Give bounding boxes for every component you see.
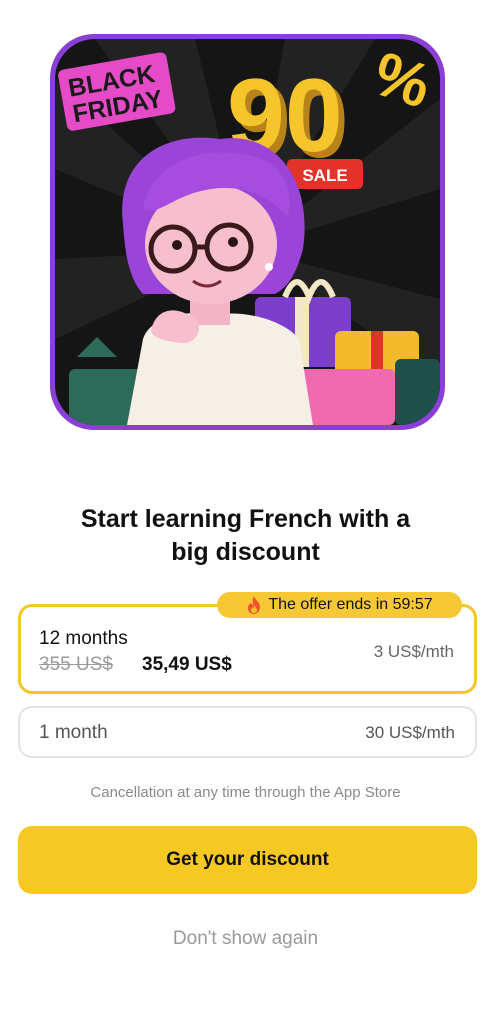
plan-old-price: 355 US$ bbox=[39, 654, 113, 675]
headline: Start learning French with a big discoun… bbox=[40, 503, 451, 569]
plan-new-price: 35,49 US$ bbox=[142, 654, 232, 675]
promo-illustration-inner: BLACK FRIDAY 90 90 % SALE bbox=[55, 39, 440, 425]
plan-title: 1 month bbox=[39, 722, 108, 743]
fire-icon bbox=[248, 596, 261, 614]
offer-countdown-text: The offer ends in 59:57 bbox=[268, 596, 433, 613]
promo-illustration: BLACK FRIDAY 90 90 % SALE bbox=[50, 34, 445, 430]
offer-countdown-badge: The offer ends in 59:57 bbox=[217, 592, 462, 618]
headline-line1: Start learning French with a bbox=[80, 505, 411, 533]
plan-1-month[interactable]: 1 month 30 US$/mth bbox=[18, 706, 477, 758]
cancellation-note: Cancellation at any time through the App… bbox=[90, 784, 401, 801]
plan-monthly-rate: 3 US$/mth bbox=[373, 642, 454, 661]
sale-tag: SALE bbox=[302, 166, 347, 185]
teacher-character bbox=[122, 137, 313, 425]
black-friday-artwork: BLACK FRIDAY 90 90 % SALE bbox=[55, 39, 440, 425]
dont-show-again-link[interactable]: Don't show again bbox=[0, 928, 491, 950]
plan-monthly-rate: 30 US$/mth bbox=[365, 723, 455, 742]
plan-title: 12 months bbox=[39, 628, 128, 649]
headline-line2: big discount bbox=[171, 538, 320, 566]
get-discount-button[interactable]: Get your discount bbox=[18, 826, 477, 894]
